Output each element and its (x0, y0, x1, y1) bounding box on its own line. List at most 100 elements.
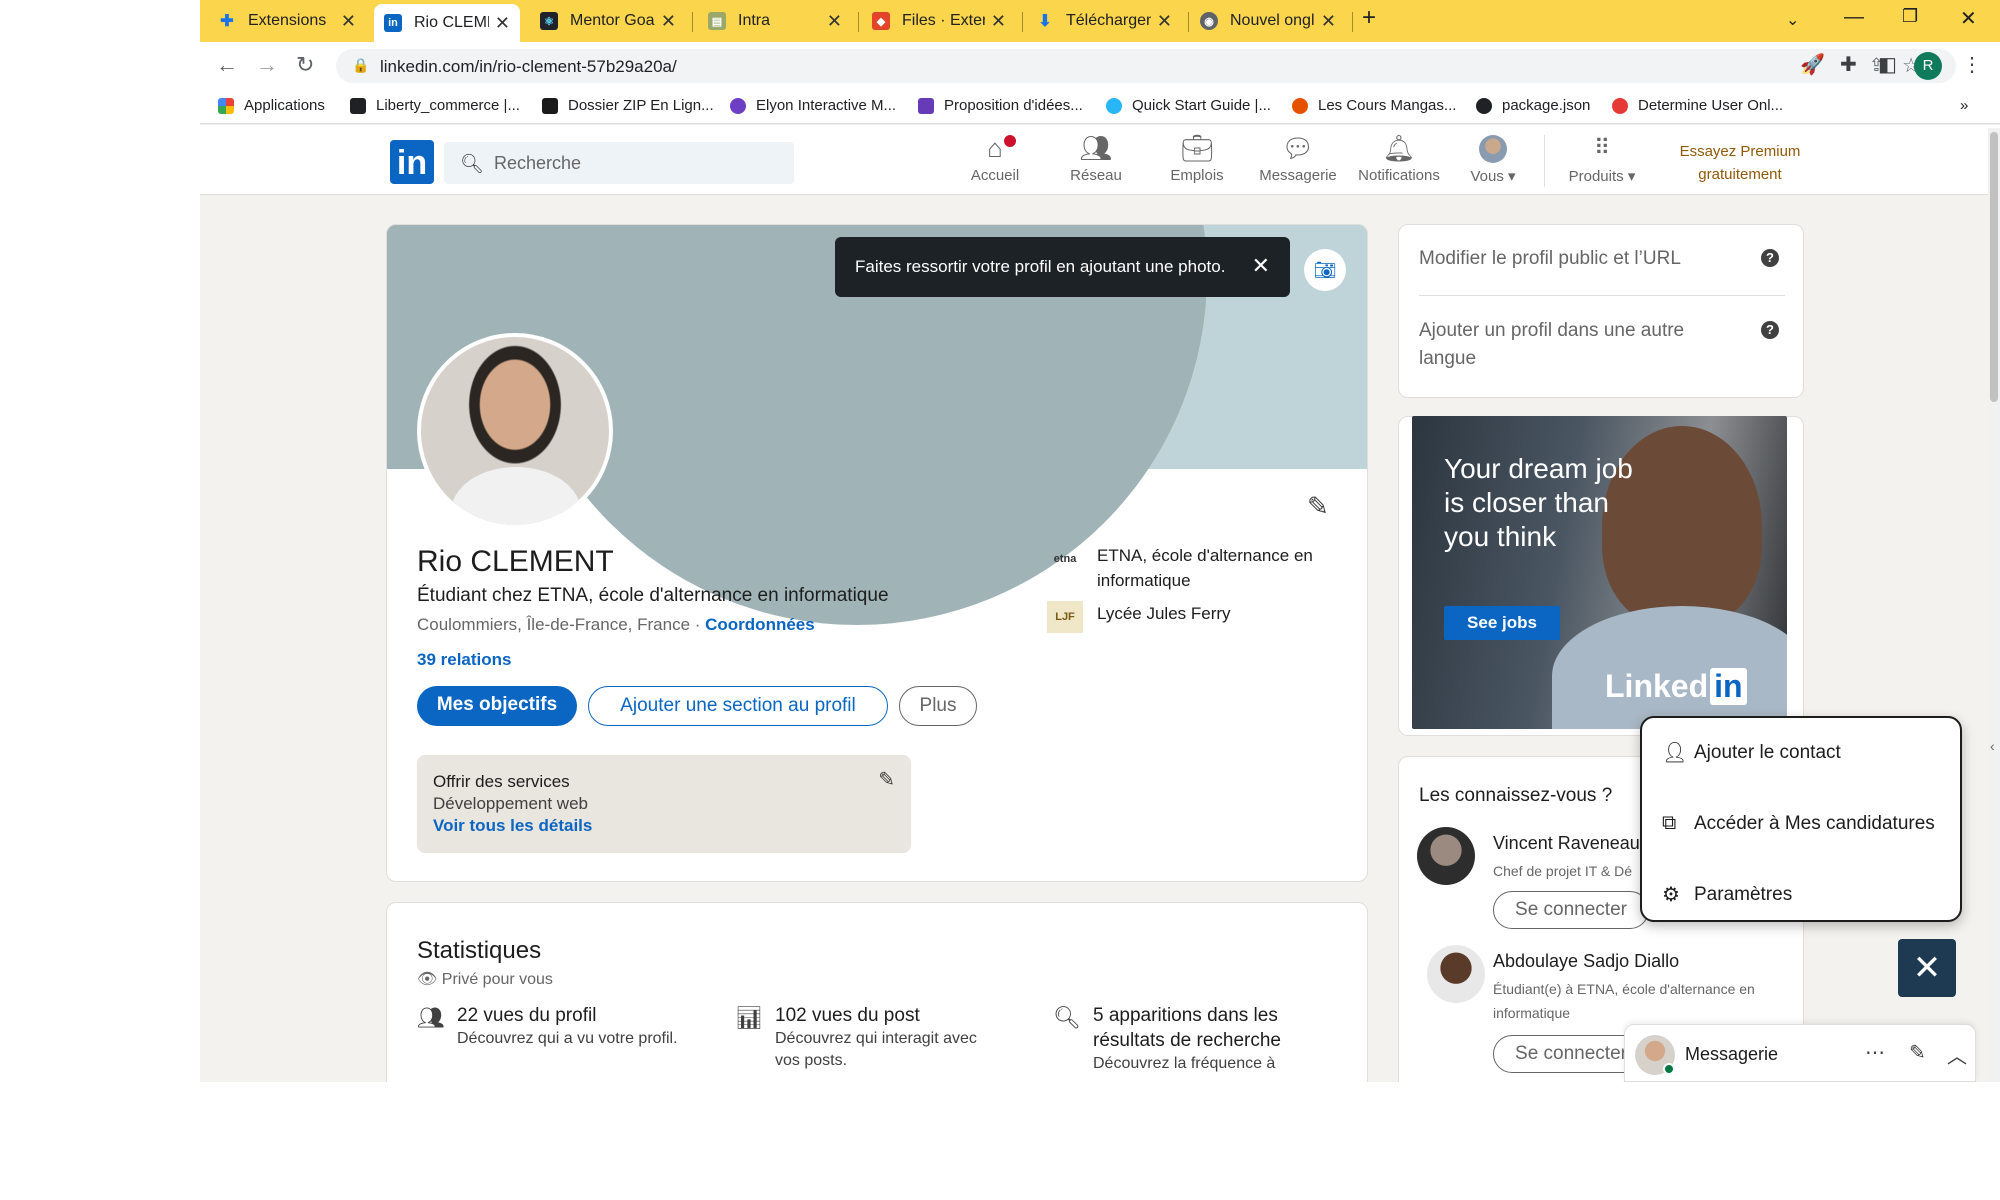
see-jobs-button[interactable]: See jobs (1444, 606, 1560, 640)
close-icon[interactable]: ✕ (1252, 253, 1270, 279)
nav-me[interactable]: Vous ▾ (1448, 133, 1538, 185)
tab-extensions[interactable]: ✚ Extensions ✕ (208, 6, 366, 36)
minimize-icon[interactable]: — (1844, 6, 1864, 29)
more-button[interactable]: Plus (899, 686, 977, 726)
nav-jobs[interactable]: 💼︎ Emplois (1152, 133, 1242, 184)
bookmark-cours-mangas[interactable]: Les Cours Mangas... (1292, 97, 1456, 114)
reload-icon[interactable]: ↻ (296, 52, 314, 78)
stat-post-views[interactable]: 📊︎ 102 vues du post Découvrez qui intera… (735, 1003, 1025, 1072)
other-language-link[interactable]: Ajouter un profil dans une autre langue (1419, 317, 1684, 373)
side-panel-icon[interactable]: ◧ (1878, 52, 1897, 77)
person-headline: Chef de projet IT & Dé (1493, 863, 1633, 879)
premium-link[interactable]: Essayez Premium gratuitement (1662, 140, 1818, 186)
back-icon[interactable]: ← (216, 52, 238, 78)
avatar[interactable] (1427, 945, 1485, 1003)
close-icon[interactable]: ✕ (341, 11, 356, 32)
linkedin-logo[interactable]: in (390, 140, 434, 184)
education-item[interactable]: etna ETNA, école d'alternance en informa… (1047, 543, 1313, 593)
pymk-title: Les connaissez-vous ? (1419, 785, 1613, 806)
menu-item-settings[interactable]: ⚙ Paramètres (1662, 882, 1792, 907)
nav-label: Emplois (1170, 167, 1224, 184)
tab-title: Téléchargements (1066, 12, 1151, 29)
bookmark-liberty[interactable]: Liberty_commerce |... (350, 97, 520, 114)
close-icon[interactable]: ✕ (1321, 11, 1336, 32)
bookmark-determine-user[interactable]: Determine User Onl... (1612, 97, 1783, 114)
tab-downloads[interactable]: ⬇ Téléchargements ✕ (1026, 6, 1182, 36)
close-icon[interactable]: ✕ (495, 13, 510, 34)
public-profile-link[interactable]: Modifier le profil public et l’URL (1419, 245, 1681, 273)
nav-home[interactable]: ⌂ Accueil (950, 133, 1040, 184)
bookmark-proposition[interactable]: Proposition d'idées... (918, 97, 1083, 114)
bookmark-dossier-zip[interactable]: Dossier ZIP En Lign... (542, 97, 714, 114)
people-icon: 👥︎ (417, 1005, 445, 1030)
search-input[interactable]: 🔍︎ Recherche (444, 142, 794, 184)
messaging-bar[interactable]: Messagerie ⋯ ✎ ︿ (1624, 1024, 1976, 1082)
address-bar[interactable]: 🔒 linkedin.com/in/rio-clement-57b29a20a/… (336, 49, 1956, 83)
tab-linkedin[interactable]: in Rio CLEMENT | LinkedIn ✕ (374, 4, 520, 42)
tab-mentor-goal[interactable]: ⚛ Mentor Goal ✕ (530, 6, 686, 36)
kebab-menu-icon[interactable]: ⋮ (1962, 52, 1982, 77)
contact-info-link[interactable]: Coordonnées (705, 615, 815, 634)
scrollbar-thumb[interactable] (1990, 132, 1998, 402)
edit-intro-icon[interactable]: ✎ (1307, 491, 1329, 522)
nav-network[interactable]: 👥︎ Réseau (1051, 133, 1141, 184)
bookmark-package-json[interactable]: package.json (1476, 97, 1590, 114)
avatar[interactable] (1417, 827, 1475, 885)
new-tab-icon[interactable]: + (1362, 4, 1376, 32)
services-box[interactable]: Offrir des services Développement web Vo… (417, 755, 911, 853)
goals-button[interactable]: Mes objectifs (417, 686, 577, 726)
restore-icon[interactable]: ❐ (1902, 6, 1918, 27)
nav-messaging[interactable]: 💬︎ Messagerie (1253, 133, 1343, 184)
help-icon[interactable]: ? (1761, 249, 1779, 267)
services-details-link[interactable]: Voir tous les détails (433, 815, 895, 837)
bookmark-favicon (1612, 97, 1628, 114)
close-icon[interactable]: ✕ (661, 11, 676, 32)
tab-intra[interactable]: ▤ Intra ✕ (698, 6, 852, 36)
bookmark-favicon (1292, 97, 1308, 114)
compose-icon[interactable]: ✎ (1909, 1040, 1926, 1065)
close-icon[interactable]: ✕ (1157, 11, 1172, 32)
chevron-down-icon[interactable]: ⌄ (1786, 10, 1799, 30)
close-icon[interactable]: ✕ (991, 11, 1006, 32)
window-close-icon[interactable]: ✕ (1960, 6, 1977, 31)
edit-services-icon[interactable]: ✎ (878, 769, 895, 791)
menu-item-applications[interactable]: ⧉ Accéder à Mes candidatures (1662, 812, 1935, 835)
nav-notifications[interactable]: 🔔︎ Notifications (1354, 133, 1444, 184)
connect-button[interactable]: Se connecter (1493, 891, 1649, 929)
ellipsis-icon[interactable]: ⋯ (1865, 1040, 1885, 1065)
bookmark-elyon[interactable]: Elyon Interactive M... (730, 97, 896, 114)
bookmark-quick-start[interactable]: Quick Start Guide |... (1106, 97, 1271, 114)
linkedin-ad[interactable]: Your dream job is closer than you think … (1412, 416, 1787, 729)
tab-files[interactable]: ◆ Files · Extension+ · ✕ (862, 6, 1016, 36)
stat-profile-views[interactable]: 👥︎ 22 vues du profil Découvrez qui a vu … (417, 1003, 717, 1050)
person-name[interactable]: Vincent Raveneau (1493, 833, 1640, 854)
education-item[interactable]: LJF Lycée Jules Ferry (1047, 601, 1231, 633)
rocket-extension-icon[interactable]: 🚀 (1800, 52, 1825, 77)
linkedin-icon: in (384, 14, 402, 32)
nav-products[interactable]: ⠿ Produits ▾ (1552, 133, 1652, 185)
profile-avatar[interactable]: R (1914, 52, 1942, 80)
person-name[interactable]: Abdoulaye Sadjo Diallo (1493, 951, 1679, 972)
nav-label: Messagerie (1259, 167, 1337, 184)
bookmark-label: Liberty_commerce |... (376, 97, 520, 114)
bookmarks-overflow[interactable]: » (1960, 97, 1968, 114)
puzzle-icon: ✚ (220, 13, 234, 30)
ad-linkedin-logo: Linked in (1605, 668, 1747, 705)
stat-search-appearances[interactable]: 🔍︎ 5 apparitions dans les résultats de r… (1053, 1003, 1353, 1075)
profile-photo[interactable] (417, 333, 613, 529)
tab-new[interactable]: ◉ Nouvel onglet ✕ (1190, 6, 1346, 36)
scrollbar[interactable] (1988, 128, 2000, 1082)
forward-icon[interactable]: → (256, 52, 278, 78)
menu-item-add-contact[interactable]: 👤︎ Ajouter le contact (1662, 740, 1841, 765)
relations-link[interactable]: 39 relations (417, 650, 512, 670)
bookmark-applications[interactable]: Applications (218, 97, 325, 114)
chevron-up-icon[interactable]: ︿ (1947, 1040, 1967, 1069)
url-text[interactable]: linkedin.com/in/rio-clement-57b29a20a/ (380, 57, 677, 77)
close-icon[interactable]: ✕ (827, 11, 842, 32)
extensions-icon[interactable]: ✚ (1840, 52, 1857, 77)
close-icon[interactable]: ✕ (1898, 939, 1956, 997)
help-icon[interactable]: ? (1761, 321, 1779, 339)
side-panel-toggle-icon[interactable]: ‹ (1990, 738, 1995, 754)
camera-icon[interactable]: 📷︎ (1304, 249, 1346, 291)
add-section-button[interactable]: Ajouter une section au profil (588, 686, 888, 726)
